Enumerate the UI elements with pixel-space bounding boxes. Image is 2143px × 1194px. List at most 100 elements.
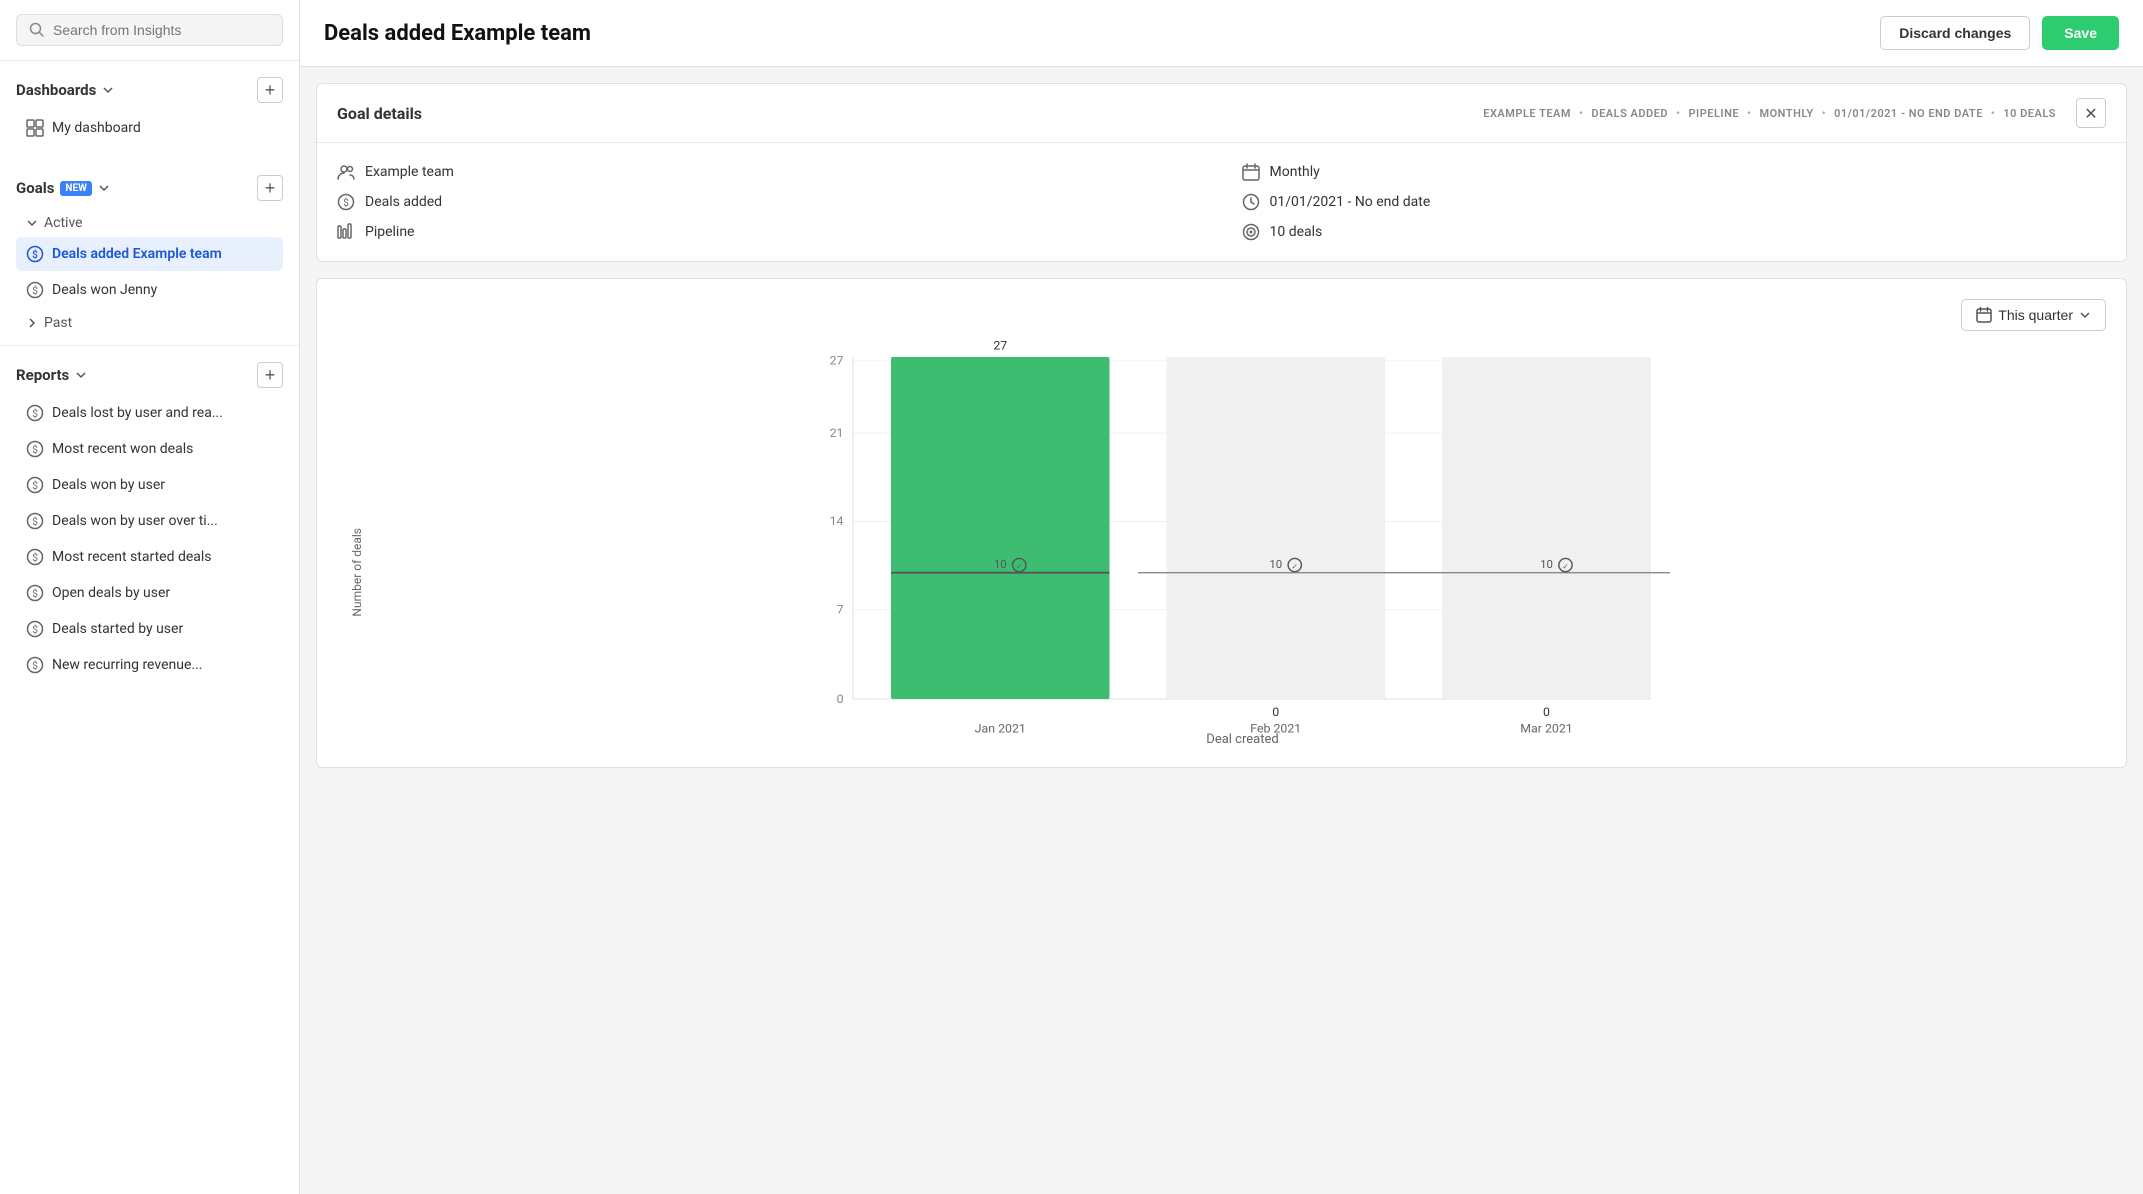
deal-icon-recent-started: $ xyxy=(26,548,44,566)
page-title: Deals added Example team xyxy=(324,21,591,46)
detail-team-value: Example team xyxy=(365,164,454,180)
bar-jan-label: 27 xyxy=(993,339,1007,353)
open-deals-user-label: Open deals by user xyxy=(52,585,170,601)
past-goals-toggle[interactable]: Past xyxy=(16,309,283,337)
calendar-icon-chart xyxy=(1976,307,1992,323)
svg-text:✓: ✓ xyxy=(1016,562,1022,571)
deal-icon-jenny: $ xyxy=(26,281,44,299)
y-label-7: 7 xyxy=(837,604,844,618)
sidebar-item-deals-won-jenny[interactable]: $ Deals won Jenny xyxy=(16,273,283,307)
my-dashboard-label: My dashboard xyxy=(52,120,141,136)
close-goal-details-button[interactable]: ✕ xyxy=(2076,98,2106,128)
sidebar-item-new-recurring[interactable]: $ New recurring revenue... xyxy=(16,648,283,682)
sidebar-item-deals-started-user[interactable]: $ Deals started by user xyxy=(16,612,283,646)
meta-example-team: EXAMPLE TEAM xyxy=(1483,107,1571,120)
reports-header[interactable]: Reports + xyxy=(16,362,283,388)
detail-date-range-value: 01/01/2021 - No end date xyxy=(1270,194,1431,210)
bar-chart: 0 7 14 21 27 xyxy=(379,357,2106,737)
svg-text:$: $ xyxy=(32,248,38,261)
svg-text:$: $ xyxy=(32,587,38,600)
bar-feb-value: 0 xyxy=(1272,706,1279,720)
sidebar-item-most-recent-won[interactable]: $ Most recent won deals xyxy=(16,432,283,466)
goal-details-header: Goal details EXAMPLE TEAM • DEALS ADDED … xyxy=(317,84,2126,143)
goals-header[interactable]: Goals NEW + xyxy=(16,175,283,201)
detail-type: $ Deals added xyxy=(337,193,1202,211)
add-report-button[interactable]: + xyxy=(257,362,283,388)
chevron-down-icon-reports xyxy=(75,369,87,381)
search-bar-container xyxy=(0,0,299,61)
team-icon xyxy=(337,163,355,181)
quarter-filter-button[interactable]: This quarter xyxy=(1961,299,2106,331)
dashboards-title: Dashboards xyxy=(16,81,114,99)
deal-icon-won-user: $ xyxy=(26,476,44,494)
goal-details-card: Goal details EXAMPLE TEAM • DEALS ADDED … xyxy=(316,83,2127,262)
detail-pipeline: Pipeline xyxy=(337,223,1202,241)
meta-date-range: 01/01/2021 - NO END DATE xyxy=(1834,107,1983,120)
dashboards-header[interactable]: Dashboards + xyxy=(16,77,283,103)
search-icon xyxy=(29,22,45,38)
goal-label-jan: 10 xyxy=(994,557,1007,571)
sidebar-item-open-deals-user[interactable]: $ Open deals by user xyxy=(16,576,283,610)
goals-section: Goals NEW + Active $ Deals added Example… xyxy=(0,159,299,337)
y-label-27: 27 xyxy=(830,355,844,369)
add-goal-button[interactable]: + xyxy=(257,175,283,201)
goal-details-title: Goal details xyxy=(337,104,422,123)
sidebar-item-my-dashboard[interactable]: My dashboard xyxy=(16,111,283,145)
deals-lost-label: Deals lost by user and rea... xyxy=(52,405,223,421)
save-button[interactable]: Save xyxy=(2042,16,2119,50)
chevron-down-icon-quarter xyxy=(2079,309,2091,321)
goal-details-meta: EXAMPLE TEAM • DEALS ADDED • PIPELINE • … xyxy=(1483,107,2056,120)
reports-title: Reports xyxy=(16,366,87,384)
meta-deals-added: DEALS ADDED xyxy=(1591,107,1668,120)
reports-section: Reports + $ Deals lost by user and rea..… xyxy=(0,345,299,692)
calendar-icon xyxy=(1242,163,1260,181)
dashboards-section: Dashboards + My dashboard xyxy=(0,61,299,147)
deal-icon-open: $ xyxy=(26,584,44,602)
sidebar-item-deals-lost[interactable]: $ Deals lost by user and rea... xyxy=(16,396,283,430)
active-goals-toggle[interactable]: Active xyxy=(16,209,283,237)
y-label-0: 0 xyxy=(837,693,844,707)
sidebar-item-deals-won-user-over-time[interactable]: $ Deals won by user over ti... xyxy=(16,504,283,538)
deals-started-user-label: Deals started by user xyxy=(52,621,183,637)
goal-details-body: Example team Monthly $ xyxy=(317,143,2126,261)
sidebar: Dashboards + My dashboard Goals NEW + xyxy=(0,0,300,1194)
bar-feb-bg xyxy=(1167,357,1386,699)
svg-text:$: $ xyxy=(32,479,38,492)
add-dashboard-button[interactable]: + xyxy=(257,77,283,103)
goal-label-mar: 10 xyxy=(1540,557,1553,571)
chevron-down-icon-goals xyxy=(98,182,110,194)
target-icon xyxy=(1242,223,1260,241)
search-input[interactable] xyxy=(53,22,270,38)
detail-date-range: 01/01/2021 - No end date xyxy=(1242,193,2107,211)
search-input-wrap[interactable] xyxy=(16,14,283,46)
pipeline-icon xyxy=(337,223,355,241)
meta-monthly: MONTHLY xyxy=(1759,107,1813,120)
x-label-mar: Mar 2021 xyxy=(1520,722,1573,736)
new-recurring-label: New recurring revenue... xyxy=(52,657,202,673)
deal-icon-won-over-time: $ xyxy=(26,512,44,530)
svg-text:$: $ xyxy=(32,443,38,456)
goal-label-feb: 10 xyxy=(1269,557,1282,571)
x-axis-title: Deal created xyxy=(1206,732,1278,747)
top-bar-actions: Discard changes Save xyxy=(1880,16,2119,50)
svg-text:$: $ xyxy=(32,407,38,420)
deal-icon-lost: $ xyxy=(26,404,44,422)
meta-pipeline: PIPELINE xyxy=(1688,107,1739,120)
svg-text:$: $ xyxy=(32,515,38,528)
svg-text:✓: ✓ xyxy=(1562,562,1568,571)
detail-frequency: Monthly xyxy=(1242,163,2107,181)
svg-text:$: $ xyxy=(343,196,349,209)
svg-text:$: $ xyxy=(32,659,38,672)
most-recent-started-label: Most recent started deals xyxy=(52,549,212,565)
chevron-right-icon-past xyxy=(26,317,38,329)
sidebar-item-deals-won-user[interactable]: $ Deals won by user xyxy=(16,468,283,502)
discard-changes-button[interactable]: Discard changes xyxy=(1880,16,2030,50)
quarter-filter-label: This quarter xyxy=(1998,307,2073,323)
sidebar-item-most-recent-started[interactable]: $ Most recent started deals xyxy=(16,540,283,574)
deals-won-user-label: Deals won by user xyxy=(52,477,165,493)
detail-team: Example team xyxy=(337,163,1202,181)
dashboard-icon xyxy=(26,119,44,137)
sidebar-item-deals-added-example-team[interactable]: $ Deals added Example team xyxy=(16,237,283,271)
chevron-down-icon-active xyxy=(26,217,38,229)
y-label-14: 14 xyxy=(830,515,844,529)
